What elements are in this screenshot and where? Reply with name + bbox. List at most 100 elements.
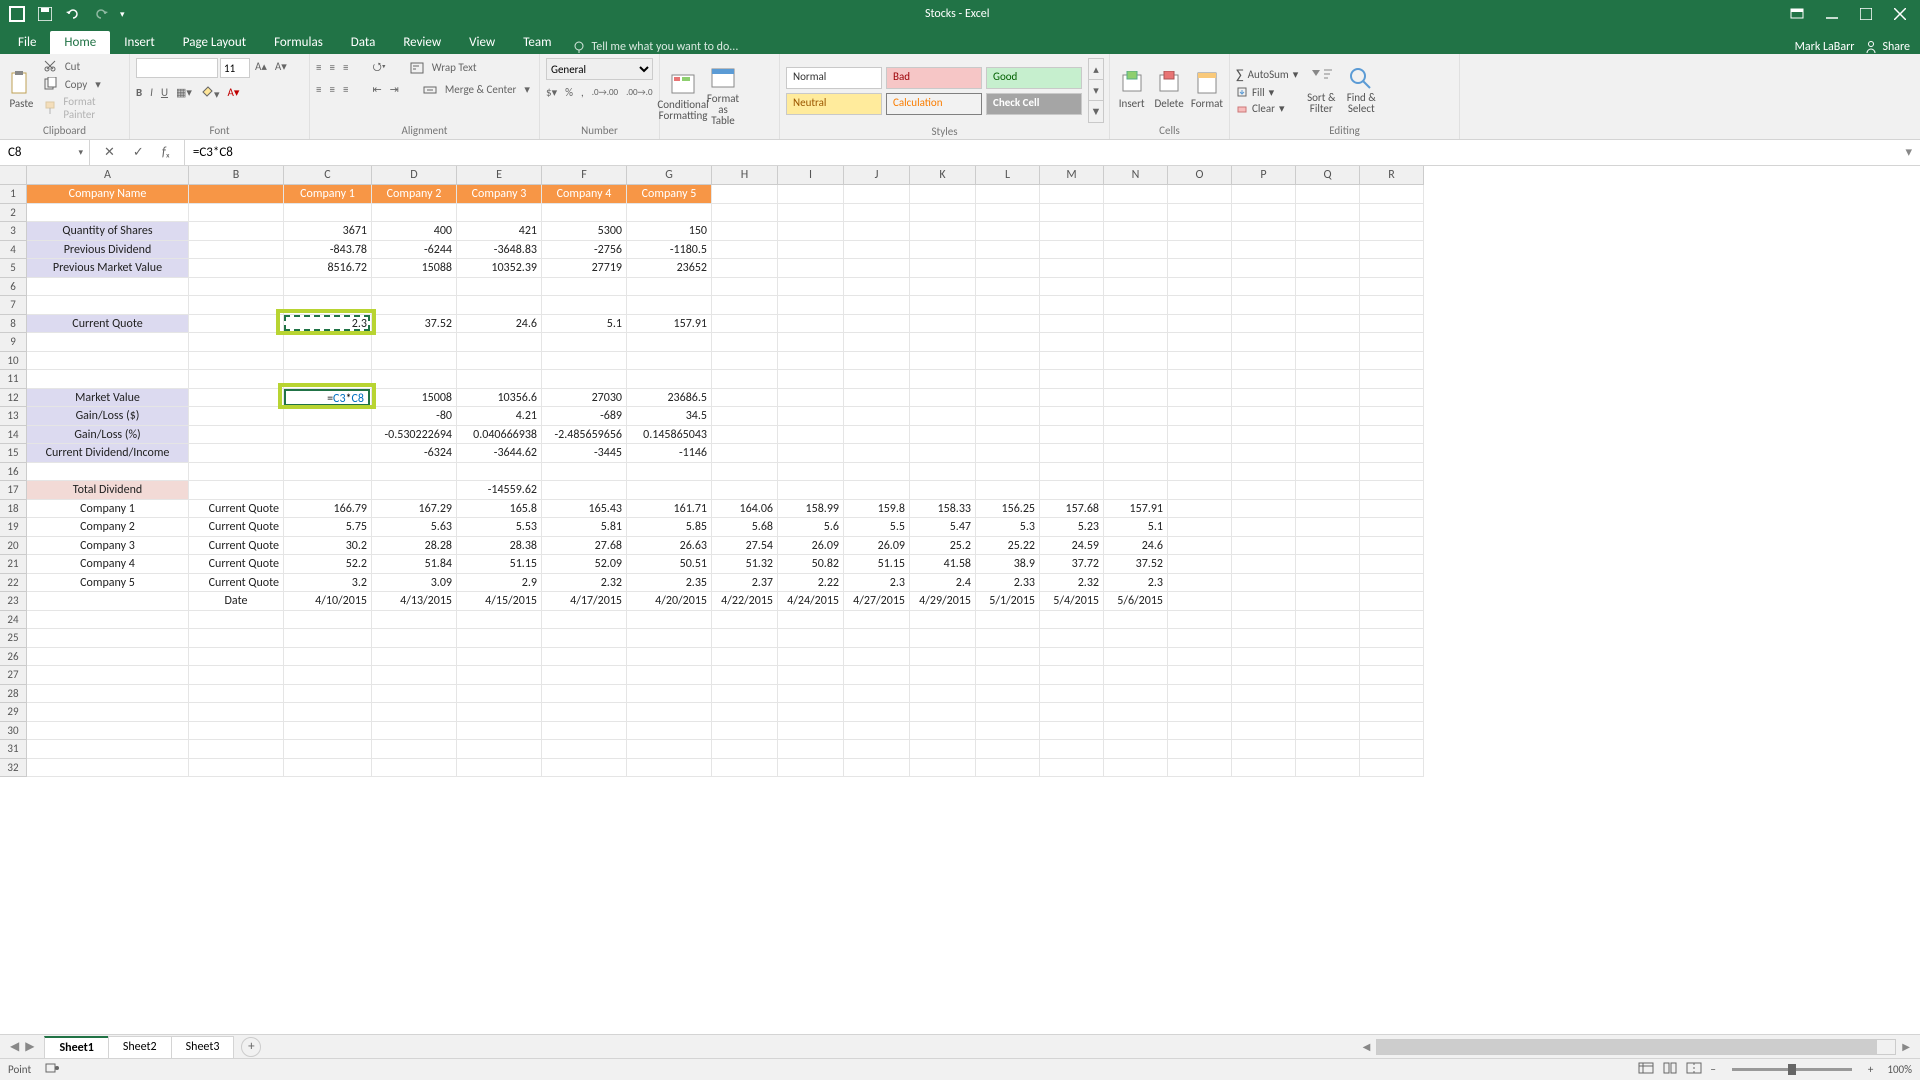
cell-F29[interactable] bbox=[542, 703, 627, 722]
cell-H3[interactable] bbox=[712, 222, 778, 241]
ribbon-tab-page-layout[interactable]: Page Layout bbox=[169, 31, 260, 54]
cell-L3[interactable] bbox=[976, 222, 1040, 241]
cell-G11[interactable] bbox=[627, 370, 712, 389]
cell-M14[interactable] bbox=[1040, 426, 1104, 445]
cell-E7[interactable] bbox=[457, 296, 542, 315]
style-calculation[interactable]: Calculation bbox=[886, 93, 982, 115]
cell-A32[interactable] bbox=[27, 759, 189, 778]
decrease-font-icon[interactable]: A▾ bbox=[272, 58, 290, 78]
cell-M5[interactable] bbox=[1040, 259, 1104, 278]
cell-I12[interactable] bbox=[778, 389, 844, 408]
cell-Q13[interactable] bbox=[1296, 407, 1360, 426]
cell-H4[interactable] bbox=[712, 241, 778, 260]
cell-H13[interactable] bbox=[712, 407, 778, 426]
col-header-Q[interactable]: Q bbox=[1296, 166, 1360, 185]
currency-icon[interactable]: $▾ bbox=[546, 86, 557, 99]
cell-A22[interactable]: Company 5 bbox=[27, 574, 189, 593]
cell-O10[interactable] bbox=[1168, 352, 1232, 371]
cell-B16[interactable] bbox=[189, 463, 284, 482]
cell-B12[interactable] bbox=[189, 389, 284, 408]
cell-F30[interactable] bbox=[542, 722, 627, 741]
ribbon-tab-review[interactable]: Review bbox=[389, 31, 455, 54]
cell-M10[interactable] bbox=[1040, 352, 1104, 371]
cell-O5[interactable] bbox=[1168, 259, 1232, 278]
cell-A29[interactable] bbox=[27, 703, 189, 722]
cell-K28[interactable] bbox=[910, 685, 976, 704]
cell-K8[interactable] bbox=[910, 315, 976, 334]
cell-K7[interactable] bbox=[910, 296, 976, 315]
row-header-5[interactable]: 5 bbox=[0, 259, 27, 278]
cell-M2[interactable] bbox=[1040, 204, 1104, 223]
cell-O27[interactable] bbox=[1168, 666, 1232, 685]
cell-I18[interactable]: 158.99 bbox=[778, 500, 844, 519]
col-header-C[interactable]: C bbox=[284, 166, 372, 185]
cell-K24[interactable] bbox=[910, 611, 976, 630]
cell-A31[interactable] bbox=[27, 740, 189, 759]
ribbon-tab-file[interactable]: File bbox=[4, 31, 50, 54]
cell-I13[interactable] bbox=[778, 407, 844, 426]
cell-G30[interactable] bbox=[627, 722, 712, 741]
cell-O30[interactable] bbox=[1168, 722, 1232, 741]
cell-C9[interactable] bbox=[284, 333, 372, 352]
styles-scroll[interactable]: ▴▾▼ bbox=[1088, 58, 1104, 123]
cell-O16[interactable] bbox=[1168, 463, 1232, 482]
cell-G28[interactable] bbox=[627, 685, 712, 704]
cell-M1[interactable] bbox=[1040, 185, 1104, 204]
cell-D22[interactable]: 3.09 bbox=[372, 574, 457, 593]
row-header-6[interactable]: 6 bbox=[0, 278, 27, 297]
row-header-12[interactable]: 12 bbox=[0, 389, 27, 408]
cell-L10[interactable] bbox=[976, 352, 1040, 371]
cell-B26[interactable] bbox=[189, 648, 284, 667]
cell-A21[interactable]: Company 4 bbox=[27, 555, 189, 574]
cell-E19[interactable]: 5.53 bbox=[457, 518, 542, 537]
cell-A19[interactable]: Company 2 bbox=[27, 518, 189, 537]
cell-D19[interactable]: 5.63 bbox=[372, 518, 457, 537]
cell-P27[interactable] bbox=[1232, 666, 1296, 685]
cell-P17[interactable] bbox=[1232, 481, 1296, 500]
new-sheet-button[interactable]: + bbox=[241, 1037, 261, 1057]
increase-decimal-icon[interactable]: .0→.00 bbox=[592, 87, 618, 98]
cell-J26[interactable] bbox=[844, 648, 910, 667]
cell-Q30[interactable] bbox=[1296, 722, 1360, 741]
cell-N12[interactable] bbox=[1104, 389, 1168, 408]
cell-R13[interactable] bbox=[1360, 407, 1424, 426]
cell-J1[interactable] bbox=[844, 185, 910, 204]
cell-L5[interactable] bbox=[976, 259, 1040, 278]
cell-B3[interactable] bbox=[189, 222, 284, 241]
cell-N32[interactable] bbox=[1104, 759, 1168, 778]
cell-R2[interactable] bbox=[1360, 204, 1424, 223]
cell-Q25[interactable] bbox=[1296, 629, 1360, 648]
cell-C10[interactable] bbox=[284, 352, 372, 371]
cell-B32[interactable] bbox=[189, 759, 284, 778]
cell-D17[interactable] bbox=[372, 481, 457, 500]
cell-N1[interactable] bbox=[1104, 185, 1168, 204]
cell-L7[interactable] bbox=[976, 296, 1040, 315]
cell-H22[interactable]: 2.37 bbox=[712, 574, 778, 593]
cell-P26[interactable] bbox=[1232, 648, 1296, 667]
cell-H18[interactable]: 164.06 bbox=[712, 500, 778, 519]
cell-A27[interactable] bbox=[27, 666, 189, 685]
col-header-M[interactable]: M bbox=[1040, 166, 1104, 185]
col-header-N[interactable]: N bbox=[1104, 166, 1168, 185]
cell-F7[interactable] bbox=[542, 296, 627, 315]
cell-N11[interactable] bbox=[1104, 370, 1168, 389]
cell-P31[interactable] bbox=[1232, 740, 1296, 759]
cell-F12[interactable]: 27030 bbox=[542, 389, 627, 408]
paste-button[interactable]: Paste bbox=[6, 71, 37, 110]
cell-K13[interactable] bbox=[910, 407, 976, 426]
cell-I6[interactable] bbox=[778, 278, 844, 297]
row-header-32[interactable]: 32 bbox=[0, 759, 27, 778]
cell-B8[interactable] bbox=[189, 315, 284, 334]
cell-P2[interactable] bbox=[1232, 204, 1296, 223]
cell-O1[interactable] bbox=[1168, 185, 1232, 204]
cell-C29[interactable] bbox=[284, 703, 372, 722]
cell-I19[interactable]: 5.6 bbox=[778, 518, 844, 537]
cell-E30[interactable] bbox=[457, 722, 542, 741]
redo-icon[interactable] bbox=[92, 5, 110, 23]
cell-D1[interactable]: Company 2 bbox=[372, 185, 457, 204]
cell-M15[interactable] bbox=[1040, 444, 1104, 463]
cell-C2[interactable] bbox=[284, 204, 372, 223]
col-header-D[interactable]: D bbox=[372, 166, 457, 185]
cell-F26[interactable] bbox=[542, 648, 627, 667]
cell-N6[interactable] bbox=[1104, 278, 1168, 297]
